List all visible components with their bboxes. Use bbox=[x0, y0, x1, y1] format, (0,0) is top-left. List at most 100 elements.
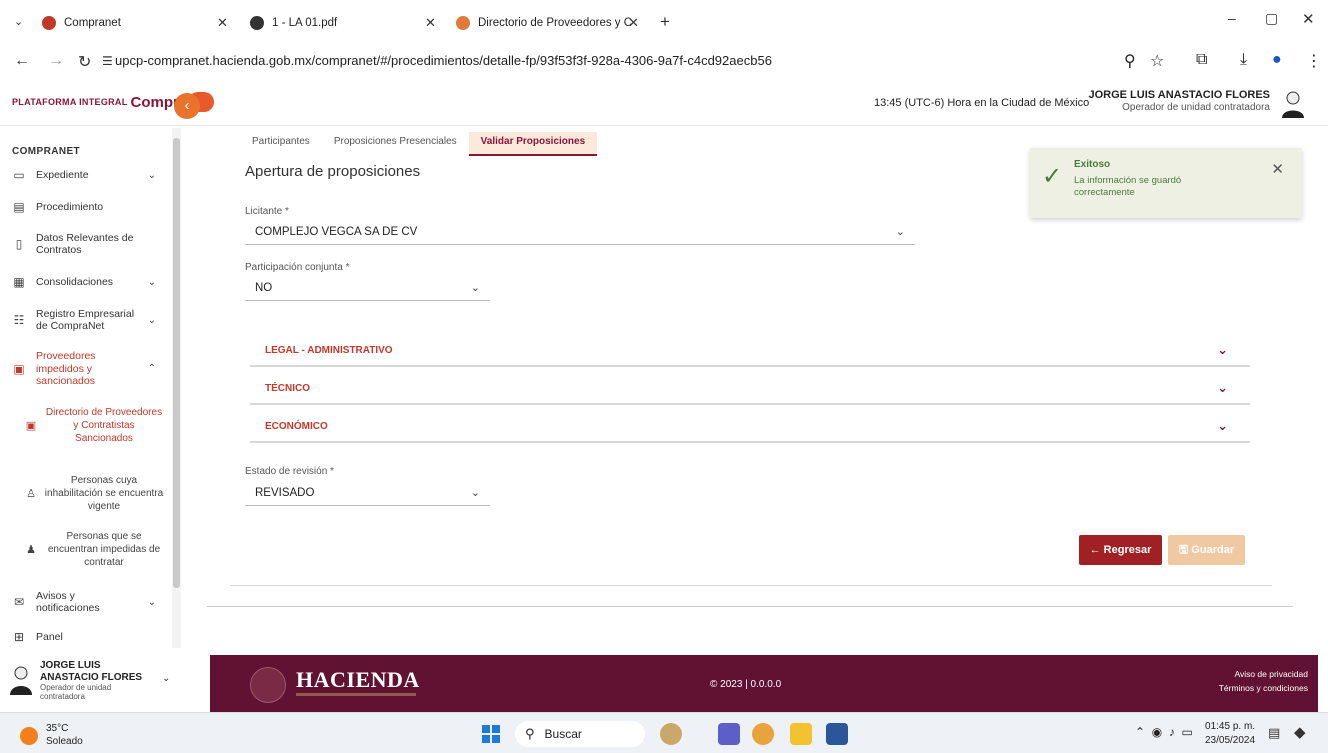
user-avatar-icon[interactable] bbox=[1280, 90, 1306, 118]
notification-icon[interactable]: ▤ bbox=[1268, 725, 1280, 741]
header-user[interactable]: JORGE LUIS ANASTACIO FLORES Operador de … bbox=[1088, 89, 1270, 113]
sidebar: COMPRANET ▭ Expediente ⌄ ▤ Procedimiento… bbox=[0, 128, 172, 655]
sidebar-user[interactable]: JORGE LUIS ANASTACIO FLORES Operador de … bbox=[0, 655, 172, 710]
url-text[interactable]: upcp-compranet.hacienda.gob.mx/compranet… bbox=[115, 53, 772, 68]
close-tab-icon[interactable]: ✕ bbox=[425, 15, 436, 31]
toast-title: Exitoso bbox=[1074, 159, 1111, 170]
sidebar-item-proveedores[interactable]: ▣ Proveedores impedidos y sancionados ⌃ bbox=[12, 350, 162, 388]
section-label: LEGAL - ADMINISTRATIVO bbox=[265, 344, 393, 356]
collapse-sidebar-button[interactable]: ‹ bbox=[174, 93, 200, 119]
restore-icon[interactable]: ▢ bbox=[1265, 10, 1278, 27]
sidebar-title: COMPRANET bbox=[12, 146, 81, 157]
globe-favicon-icon bbox=[250, 16, 264, 30]
compranet-favicon-icon bbox=[42, 16, 56, 30]
sidebar-item-expediente[interactable]: ▭ Expediente ⌄ bbox=[12, 168, 162, 182]
terms-link[interactable]: Términos y condiciones bbox=[1219, 681, 1308, 695]
procedure-tabs: Participantes Proposiciones Presenciales… bbox=[240, 132, 598, 156]
section-label: ECONÓMICO bbox=[265, 420, 328, 432]
copilot-icon[interactable]: ◆ bbox=[1294, 723, 1306, 741]
scrollbar-thumb[interactable] bbox=[173, 138, 180, 588]
back-arrow-icon[interactable]: ← bbox=[14, 52, 30, 70]
footer-brand-underline bbox=[296, 693, 416, 696]
sidebar-user-role: Operador de unidad contratadora bbox=[40, 683, 112, 701]
tab-validar-proposiciones[interactable]: Validar Proposiciones bbox=[468, 132, 598, 156]
chrome-icon[interactable] bbox=[752, 723, 774, 745]
file-explorer-icon[interactable] bbox=[790, 723, 812, 745]
forward-arrow-icon[interactable]: → bbox=[48, 52, 64, 70]
panel-icon: ⊞ bbox=[13, 630, 25, 644]
windows-taskbar: 35°C Soleado ⚲ Buscar ⌃ ◉ ♪ ▭ 01:45 p. m… bbox=[0, 712, 1328, 753]
sidebar-item-label: Proveedores impedidos y sancionados bbox=[36, 350, 96, 388]
section-legal-administrativo[interactable]: LEGAL - ADMINISTRATIVO ⌄ bbox=[250, 335, 1250, 367]
sidebar-item-panel[interactable]: ⊞ Panel bbox=[12, 630, 162, 644]
tab-participantes[interactable]: Participantes bbox=[240, 132, 322, 156]
tab-list-chevron-icon[interactable]: ⌄ bbox=[14, 15, 23, 28]
close-tab-icon[interactable]: ✕ bbox=[217, 15, 228, 31]
hacienda-seal-icon bbox=[250, 667, 286, 703]
privacy-link[interactable]: Aviso de privacidad bbox=[1219, 667, 1308, 681]
download-icon[interactable]: ⤓ bbox=[1240, 51, 1247, 69]
turtle-widget-icon[interactable] bbox=[660, 723, 682, 745]
windows-start-icon[interactable] bbox=[482, 725, 500, 743]
person-icon: ♙ bbox=[26, 488, 36, 500]
close-window-icon[interactable]: ✕ bbox=[1302, 10, 1315, 28]
bookmark-icon: ▯ bbox=[15, 237, 23, 252]
divider bbox=[230, 585, 1272, 586]
sidebar-item-datos-relevantes[interactable]: ▯ Datos Relevantes de Contratos bbox=[12, 232, 162, 256]
conjunta-select[interactable]: NO ⌄ bbox=[245, 275, 490, 301]
browser-tab-directorio[interactable]: Directorio de Proveedores y C ✕ bbox=[456, 8, 648, 38]
new-tab-icon[interactable]: + bbox=[660, 12, 670, 32]
briefcase-icon: ▣ bbox=[25, 420, 37, 432]
sidebar-subitem-directorio[interactable]: ▣ Directorio de Proveedores y Contratist… bbox=[24, 406, 164, 445]
browser-tab-pdf[interactable]: 1 - LA 01.pdf ✕ bbox=[250, 8, 440, 38]
sidebar-user-name: JORGE LUIS ANASTACIO FLORES bbox=[40, 660, 143, 683]
folder-icon: ▭ bbox=[13, 168, 25, 182]
sidebar-subitem-label: Personas que se encuentran impedidas de … bbox=[47, 531, 161, 568]
taskbar-clock[interactable]: 01:45 p. m. 23/05/2024 bbox=[1205, 720, 1255, 747]
weather-widget[interactable]: 35°C Soleado bbox=[20, 723, 83, 748]
user-avatar-icon bbox=[10, 666, 32, 695]
divider bbox=[207, 606, 1293, 607]
chevron-down-icon: ⌄ bbox=[1217, 418, 1228, 433]
search-icon: ⚲ bbox=[525, 726, 535, 741]
system-tray-icons[interactable]: ⌃ ◉ ♪ ▭ bbox=[1135, 725, 1193, 739]
chevron-up-icon: ⌃ bbox=[147, 363, 156, 375]
section-economico[interactable]: ECONÓMICO ⌄ bbox=[250, 411, 1250, 443]
tab-proposiciones-presenciales[interactable]: Proposiciones Presenciales bbox=[322, 132, 469, 156]
licitante-value: COMPLEJO VEGCA SA DE CV bbox=[255, 225, 418, 238]
sidebar-scrollbar[interactable] bbox=[172, 128, 181, 648]
footer-links: Aviso de privacidad Términos y condicion… bbox=[1219, 667, 1308, 696]
word-icon[interactable] bbox=[826, 723, 848, 745]
sun-icon bbox=[20, 726, 38, 745]
reload-icon[interactable]: ↻ bbox=[78, 52, 91, 72]
close-tab-icon[interactable]: ✕ bbox=[628, 15, 639, 31]
bookmark-star-icon[interactable]: ☆ bbox=[1150, 51, 1164, 71]
chevron-down-icon: ⌄ bbox=[147, 596, 156, 608]
site-info-icon[interactable]: ☰ bbox=[102, 54, 113, 68]
sidebar-item-registro-empresarial[interactable]: ☷ Registro Empresarial de CompraNet ⌄ bbox=[12, 308, 162, 332]
taskbar-search[interactable]: ⚲ Buscar bbox=[515, 721, 645, 747]
sidebar-item-consolidaciones[interactable]: ▦ Consolidaciones ⌄ bbox=[12, 275, 162, 289]
sidebar-subitem-inhabilitacion[interactable]: ♙ Personas cuya inhabilitación se encuen… bbox=[24, 474, 164, 513]
menu-kebab-icon[interactable]: ⋮ bbox=[1306, 51, 1322, 71]
profile-icon[interactable]: ● bbox=[1272, 51, 1282, 69]
chevron-down-icon: ⌄ bbox=[470, 282, 480, 294]
sidebar-item-avisos[interactable]: ✉ Avisos y notificaciones ⌄ bbox=[12, 590, 162, 614]
minimize-icon[interactable]: – bbox=[1228, 10, 1236, 26]
teams-icon[interactable] bbox=[718, 723, 740, 745]
sidebar-item-label: Panel bbox=[36, 631, 63, 643]
browser-tab-compranet[interactable]: Compranet ✕ bbox=[42, 8, 232, 38]
sidebar-item-procedimiento[interactable]: ▤ Procedimiento bbox=[12, 200, 162, 214]
estado-label: Estado de revisión * bbox=[245, 466, 334, 477]
extensions-icon[interactable]: ⧉ bbox=[1196, 51, 1207, 69]
section-label: TÉCNICO bbox=[265, 382, 310, 394]
sidebar-item-label: Registro Empresarial de CompraNet bbox=[36, 308, 135, 333]
licitante-select[interactable]: COMPLEJO VEGCA SA DE CV ⌄ bbox=[245, 219, 915, 245]
sidebar-subitem-impedidas[interactable]: ♟ Personas que se encuentran impedidas d… bbox=[24, 530, 164, 569]
guardar-button[interactable]: 🖫 Guardar bbox=[1168, 535, 1245, 565]
regresar-button[interactable]: ← Regresar bbox=[1079, 535, 1162, 565]
estado-select[interactable]: REVISADO ⌄ bbox=[245, 480, 490, 506]
section-tecnico[interactable]: TÉCNICO ⌄ bbox=[250, 373, 1250, 405]
close-icon[interactable]: ✕ bbox=[1271, 160, 1284, 178]
zoom-icon[interactable]: ⚲ bbox=[1124, 51, 1136, 71]
